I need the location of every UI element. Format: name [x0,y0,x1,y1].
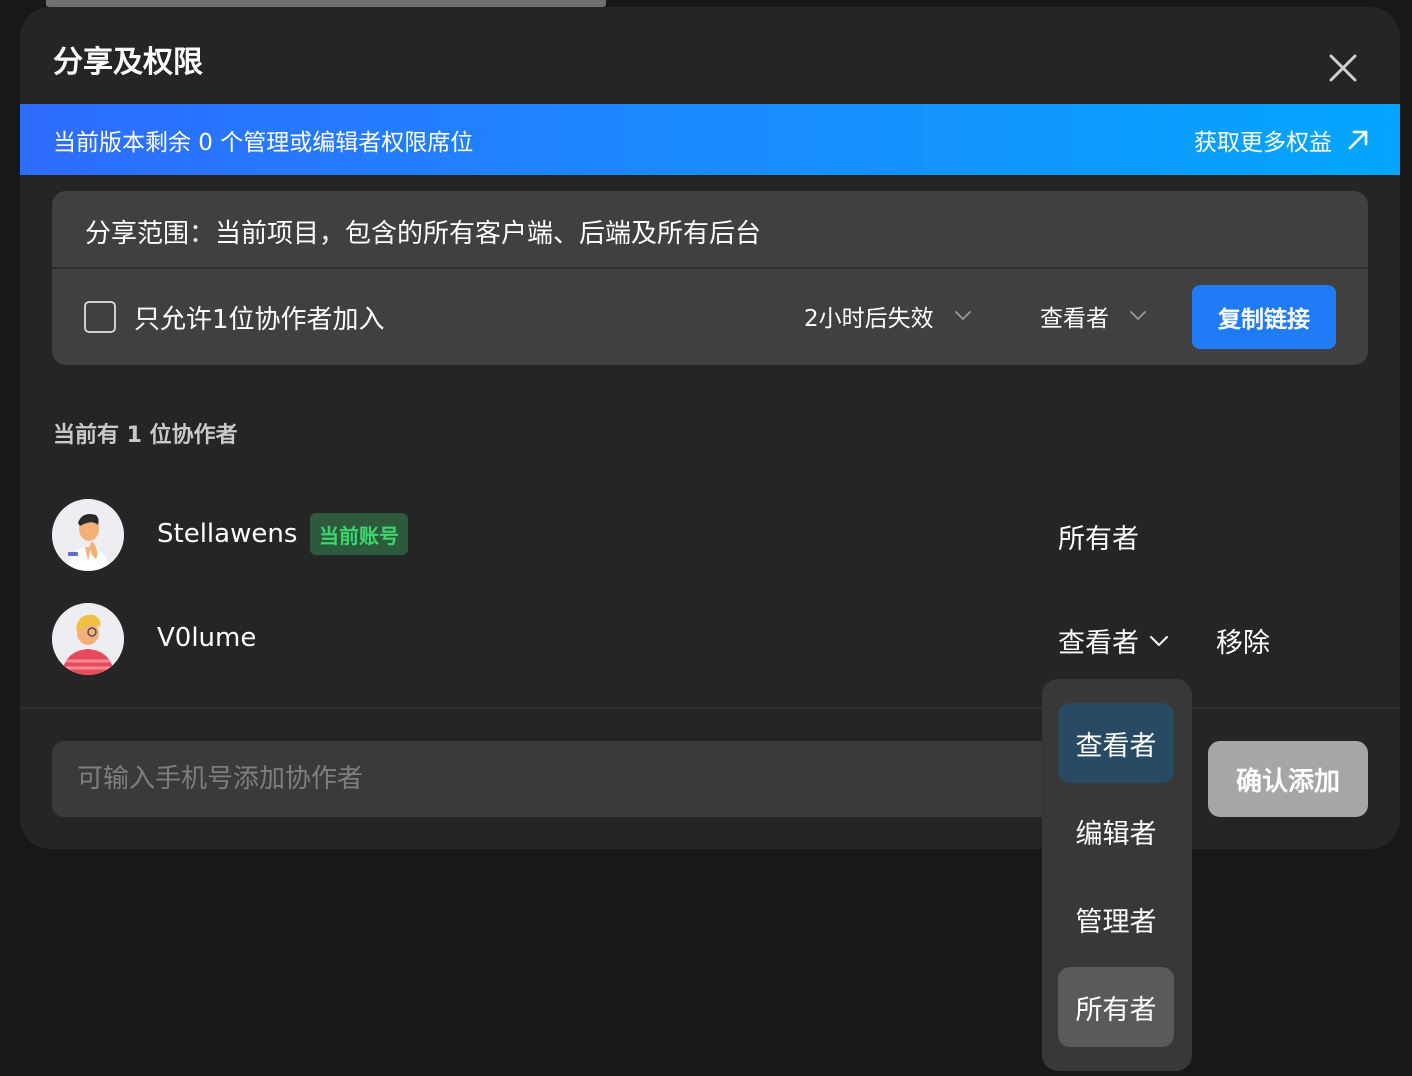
role-option-editor[interactable]: 编辑者 [1058,791,1174,871]
current-account-badge: 当前账号 [310,513,408,555]
copy-link-button[interactable]: 复制链接 [1192,285,1336,349]
role-option-manager[interactable]: 管理者 [1058,879,1174,959]
banner-link-label: 获取更多权益 [1194,129,1332,156]
link-permission-value: 查看者 [1040,306,1109,332]
avatar-woman-icon [52,603,124,675]
avatar [52,499,124,571]
expiry-select[interactable]: 2小时后失效 [804,299,972,333]
avatar [52,603,124,675]
role-option-viewer[interactable]: 查看者 [1058,703,1174,783]
chevron-down-icon [954,311,971,320]
share-permission-dialog: 分享及权限 当前版本剩余 0 个管理或编辑者权限席位 获取更多权益 分享范围：当… [20,7,1400,849]
banner-text: 当前版本剩余 0 个管理或编辑者权限席位 [53,129,474,156]
avatar-man-icon [52,499,124,571]
close-icon [1329,54,1357,82]
role-option-owner[interactable]: 所有者 [1058,967,1174,1047]
chevron-down-icon [1130,311,1146,320]
dialog-title: 分享及权限 [53,45,203,80]
background-tab-bar [46,0,606,7]
share-settings-panel: 分享范围：当前项目，包含的所有客户端、后端及所有后台 只允许1位协作者加入 2小… [52,191,1368,365]
chevron-down-icon [1150,635,1168,646]
role-dropdown-menu: 查看者 编辑者 管理者 所有者 [1042,679,1192,1071]
member-role-value: 查看者 [1058,628,1139,659]
seat-quota-banner: 当前版本剩余 0 个管理或编辑者权限席位 获取更多权益 [20,104,1400,175]
phone-input[interactable] [52,741,1052,817]
divider [52,267,1368,269]
remove-member-button[interactable]: 移除 [1216,621,1270,660]
link-permission-select[interactable]: 查看者 [1040,299,1147,333]
arrow-up-right-icon [1348,130,1368,149]
close-button[interactable] [1326,51,1360,85]
single-collaborator-checkbox[interactable] [84,301,116,333]
get-more-benefits-link[interactable]: 获取更多权益 [1194,123,1370,157]
share-scope-text: 分享范围：当前项目，包含的所有客户端、后端及所有后台 [85,219,762,249]
confirm-add-button[interactable]: 确认添加 [1208,741,1368,817]
single-collaborator-label: 只允许1位协作者加入 [134,305,385,335]
expiry-value: 2小时后失效 [804,306,934,332]
member-role-select[interactable]: 查看者 [1058,621,1169,660]
divider [20,707,1400,709]
member-role: 所有者 [1058,524,1139,555]
collaborator-count-heading: 当前有 1 位协作者 [53,423,238,448]
member-name: V0lume [157,623,257,653]
member-name: Stellawens [157,519,298,549]
